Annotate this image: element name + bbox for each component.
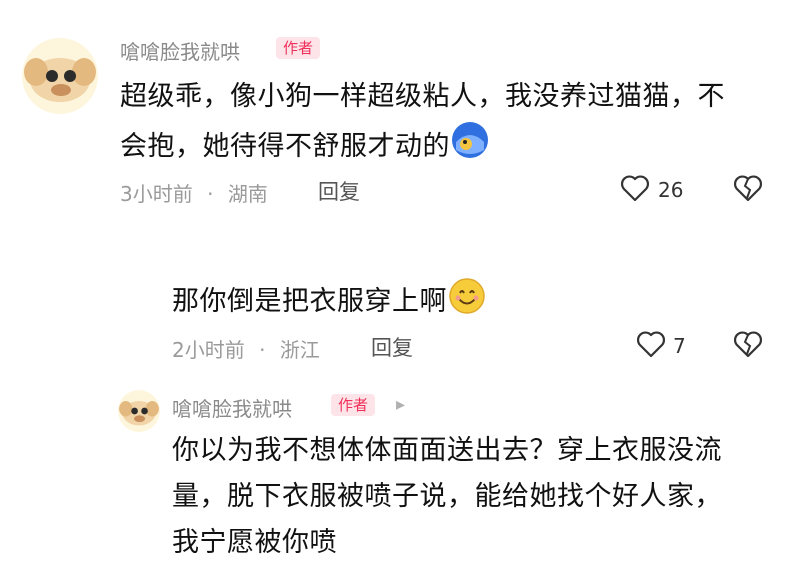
comment-text-line: 你以为我不想体体面面送出去？穿上衣服没流 [172,435,722,466]
comment-meta: 3小时前 · 湖南 [120,178,268,207]
shy-blue-emoji-icon [450,120,490,175]
comment-text-line: 我宁愿被你喷 [172,527,337,558]
avatar[interactable] [118,390,160,432]
dog-avatar-icon [119,401,159,426]
heart-icon [621,175,649,202]
comment-text-line: 会抱，她待得不舒服才动的 [120,120,780,175]
reply-time: 2小时前 [172,338,245,362]
comment-username[interactable]: 嗆嗆脸我就哄 [120,36,240,65]
comment-text-line: 量，脱下衣服被喷子说，能给她找个好人家， [172,481,722,512]
meta-separator: · [207,182,214,206]
comment-text-line: 超级乖，像小狗一样超级粘人，我没养过猫猫，不 [120,81,725,112]
comment-text: 超级乖，像小狗一样超级粘人，我没养过猫猫，不 会抱，她待得不舒服才动的 [120,74,780,175]
reply-arrow-icon: ▸ [396,394,406,415]
broken-heart-icon [734,331,762,358]
dislike-button[interactable] [733,174,763,206]
meta-separator: · [259,338,266,362]
reply-meta: 2小时前 · 浙江 [172,334,320,363]
author-badge: 作者 [331,394,376,416]
reply-text-span: 那你倒是把衣服穿上啊 [172,286,447,317]
comment-text: 你以为我不想体体面面送出去？穿上衣服没流 量，脱下衣服被喷子说，能给她找个好人家… [172,428,792,566]
like-count: 26 [658,178,684,202]
like-count: 7 [673,334,686,358]
comment-location: 湖南 [227,182,268,206]
dog-avatar-icon [24,58,96,102]
like-button[interactable] [620,174,650,206]
avatar[interactable] [22,38,98,114]
heart-icon [637,331,665,358]
dislike-button[interactable] [733,330,763,362]
comment-username[interactable]: 嗆嗆脸我就哄 [172,393,292,422]
reply-button[interactable]: 回复 [371,332,413,362]
comment-time: 3小时前 [120,182,193,206]
reply-location: 浙江 [279,338,320,362]
reply-text: 那你倒是把衣服穿上啊 [172,275,487,330]
broken-heart-icon [734,175,762,202]
like-button[interactable] [636,330,666,362]
reply-button[interactable]: 回复 [318,176,360,206]
smile-emoji-icon [447,275,487,330]
author-badge: 作者 [276,37,321,59]
comment-text-span: 会抱，她待得不舒服才动的 [120,131,450,162]
